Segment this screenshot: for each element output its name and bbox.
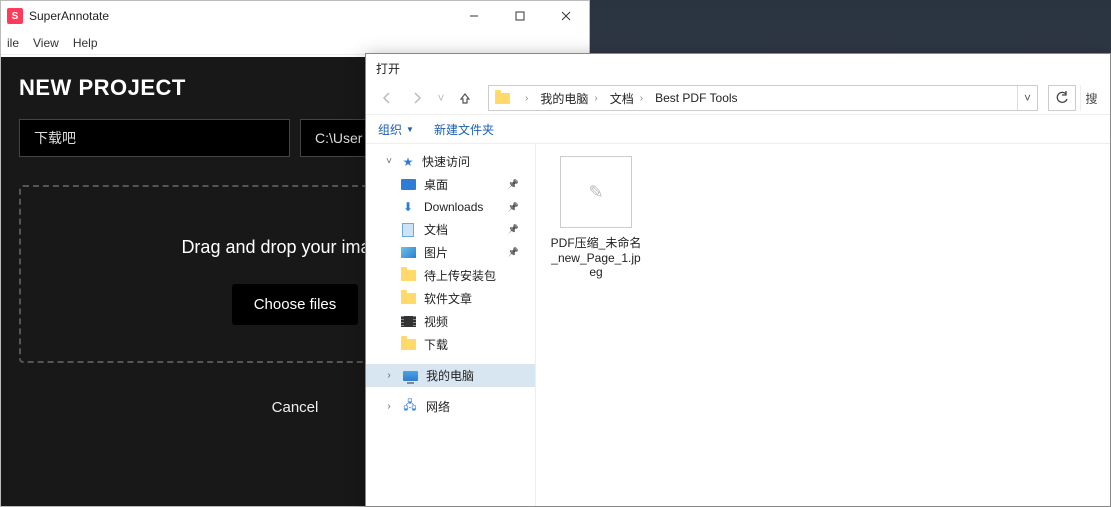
nav-recent-button[interactable]: ˅ [434,85,448,111]
dialog-title: 打开 [366,54,1110,82]
dialog-toolbar: 组织 ▼ 新建文件夹 [366,114,1110,144]
navigation-pane[interactable]: ˅★快速访问 桌面 ⬇Downloads 文档 图片 待上传安装包 软件文章 视… [366,144,536,506]
folder-icon [491,87,513,109]
organize-menu[interactable]: 组织 ▼ [378,121,414,138]
project-name-input[interactable]: 下载吧 [19,119,290,157]
new-folder-button[interactable]: 新建文件夹 [434,121,494,138]
breadcrumb-item[interactable]: 文档› [604,86,649,110]
menu-bar: ile View Help [1,31,589,55]
file-item[interactable]: ✎ PDF压缩_未命名_new_Page_1.jpeg [548,156,644,279]
tree-pending-packages[interactable]: 待上传安装包 [366,264,535,287]
address-bar[interactable]: › 我的电脑› 文档› Best PDF Tools ˅ [488,85,1038,111]
tree-videos[interactable]: 视频 [366,310,535,333]
nav-forward-button[interactable] [404,85,430,111]
app-logo-icon: S [7,8,23,24]
watermark: 下载吧 [1015,463,1105,503]
window-controls [451,1,589,31]
close-button[interactable] [543,1,589,31]
file-thumbnail-icon: ✎ [560,156,632,228]
tree-pictures[interactable]: 图片 [366,241,535,264]
title-left: S SuperAnnotate [1,8,109,24]
file-open-dialog: 打开 ˅ › 我的电脑› 文档› Best PDF Tools ˅ 搜 组织 ▼… [365,53,1111,507]
file-name-label: PDF压缩_未命名_new_Page_1.jpeg [548,234,644,279]
tree-desktop[interactable]: 桌面 [366,173,535,196]
tree-downloads[interactable]: ⬇Downloads [366,196,535,218]
tree-documents[interactable]: 文档 [366,218,535,241]
breadcrumb-root-chevron[interactable]: › [513,86,534,110]
maximize-button[interactable] [497,1,543,31]
app-title: SuperAnnotate [29,9,109,23]
search-box-edge[interactable]: 搜 [1080,85,1102,111]
tree-this-pc[interactable]: ›我的电脑 [366,364,535,387]
cancel-button[interactable]: Cancel [272,399,319,416]
dialog-body: ˅★快速访问 桌面 ⬇Downloads 文档 图片 待上传安装包 软件文章 视… [366,144,1110,506]
menu-file[interactable]: ile [7,36,19,50]
breadcrumb-item[interactable]: 我的电脑› [534,86,603,110]
address-dropdown-button[interactable]: ˅ [1017,86,1037,110]
refresh-button[interactable] [1048,85,1076,111]
breadcrumb-item[interactable]: Best PDF Tools [649,86,743,110]
tree-downloads-cn[interactable]: 下载 [366,333,535,356]
menu-view[interactable]: View [33,36,59,50]
window-titlebar: S SuperAnnotate [1,1,589,31]
tree-quick-access[interactable]: ˅★快速访问 [366,150,535,173]
tree-network[interactable]: ›🖧网络 [366,395,535,418]
nav-back-button[interactable] [374,85,400,111]
choose-files-button[interactable]: Choose files [232,284,359,325]
tree-articles[interactable]: 软件文章 [366,287,535,310]
nav-up-button[interactable] [452,85,478,111]
content-pane[interactable]: ✎ PDF压缩_未命名_new_Page_1.jpeg [536,144,1110,506]
minimize-button[interactable] [451,1,497,31]
menu-help[interactable]: Help [73,36,98,50]
dialog-nav-row: ˅ › 我的电脑› 文档› Best PDF Tools ˅ 搜 [366,82,1110,114]
